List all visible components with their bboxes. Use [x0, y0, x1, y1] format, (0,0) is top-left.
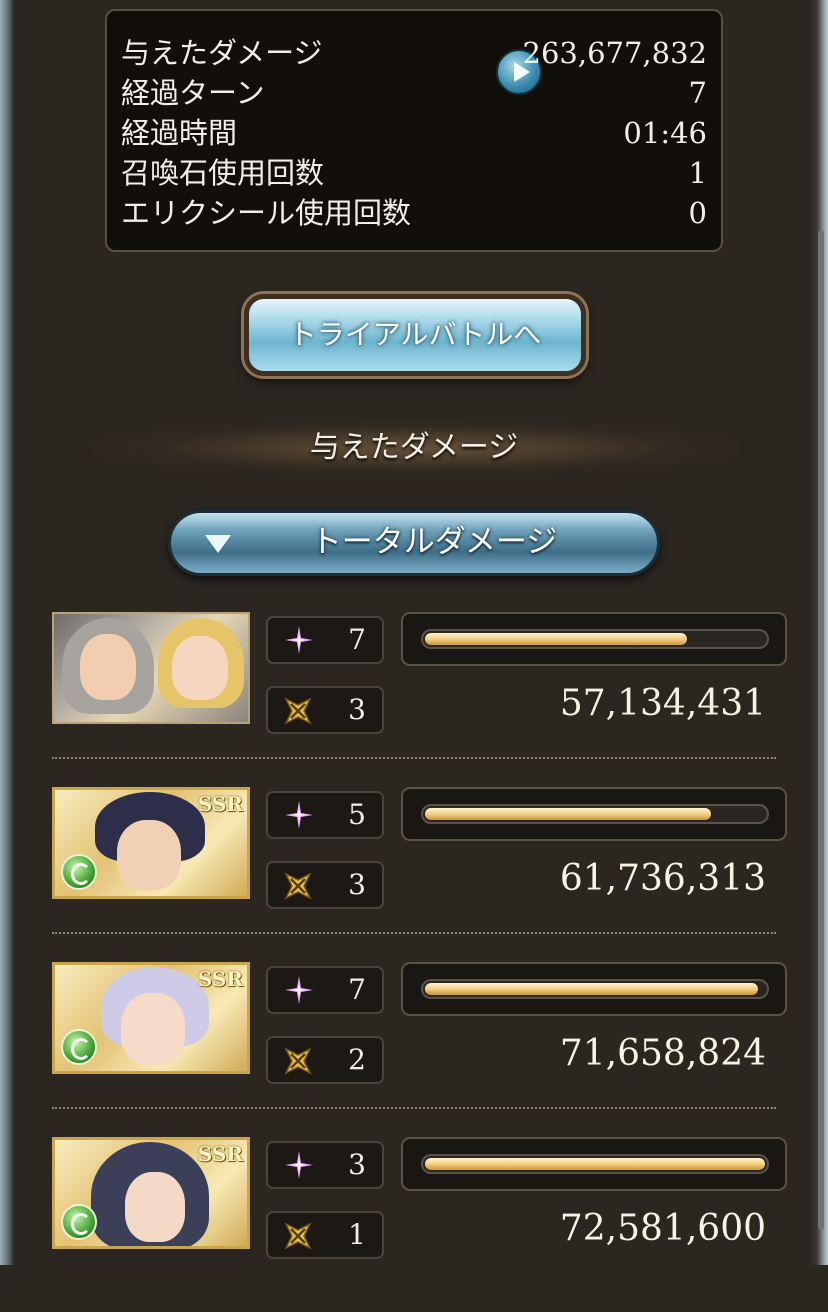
dropdown-label: トータルダメージ: [310, 524, 558, 560]
character-row: SSR 5 3 61,736,313: [0, 787, 828, 962]
character-damage: 57,134,431: [559, 683, 766, 724]
character-row: SSR 7 2 71,658,824: [0, 962, 828, 1137]
elixir-label: エリクシール使用回数: [121, 196, 412, 230]
charge-attack-icon: [284, 872, 312, 900]
character-damage: 71,658,824: [559, 1033, 766, 1074]
star-count: 3: [348, 1148, 366, 1181]
character-row: SSR 3 1 72,581,600: [0, 1137, 828, 1312]
wind-element-icon: [61, 1204, 97, 1240]
sparkle-icon: [285, 976, 313, 1004]
ougi-count: 3: [348, 868, 366, 901]
damage-bar-track: [421, 804, 769, 824]
damage-bar: [401, 787, 787, 841]
damage-bar-fill: [425, 983, 758, 995]
damage-bar-track: [421, 1154, 769, 1174]
star-count: 5: [348, 798, 366, 831]
turns-label: 経過ターン: [121, 76, 265, 110]
damage-bar-fill: [425, 633, 687, 645]
summon-row: 召喚石使用回数 1: [121, 153, 707, 193]
ougi-count-box: 3: [266, 686, 384, 734]
section-title: 与えたダメージ: [309, 430, 519, 465]
ougi-count: 2: [348, 1043, 366, 1076]
ssr-badge: SSR: [197, 1142, 243, 1166]
ougi-count-box: 1: [266, 1211, 384, 1259]
character-portrait[interactable]: SSR: [52, 1137, 250, 1249]
damage-bar: [401, 612, 787, 666]
total-damage-dropdown[interactable]: トータルダメージ: [168, 510, 660, 576]
star-count-box: 7: [266, 966, 384, 1014]
star-count-box: 5: [266, 791, 384, 839]
damage-label: 与えたダメージ: [121, 36, 323, 70]
wind-element-icon: [61, 854, 97, 890]
elixir-value: 0: [688, 196, 707, 230]
star-count: 7: [348, 623, 366, 656]
wind-element-icon: [61, 1029, 97, 1065]
charge-attack-icon: [284, 1047, 312, 1075]
row-divider: [52, 1107, 776, 1109]
ougi-count-box: 2: [266, 1036, 384, 1084]
character-portrait[interactable]: SSR: [52, 787, 250, 899]
damage-bar-fill: [425, 1158, 765, 1170]
damage-row: 与えたダメージ 263,677,832: [121, 33, 708, 95]
character-row: 7 3 57,134,431: [0, 612, 828, 787]
character-portrait[interactable]: SSR: [52, 962, 250, 1074]
summon-value: 1: [688, 156, 707, 190]
time-row: 経過時間 01:46: [121, 113, 707, 153]
charge-attack-icon: [284, 697, 312, 725]
row-divider: [52, 757, 776, 759]
sparkle-icon: [285, 626, 313, 654]
character-damage: 61,736,313: [559, 858, 766, 899]
dropdown-arrow-icon: [205, 535, 231, 553]
time-value: 01:46: [623, 116, 707, 150]
turns-value: 7: [688, 76, 707, 110]
character-damage: 72,581,600: [559, 1208, 766, 1249]
charge-attack-icon: [284, 1222, 312, 1250]
ougi-count: 3: [348, 693, 366, 726]
damage-value: 263,677,832: [522, 36, 708, 70]
summon-label: 召喚石使用回数: [121, 156, 325, 190]
trial-battle-button[interactable]: トライアルバトルへ: [244, 294, 586, 376]
battle-summary-panel: 与えたダメージ 263,677,832 経過ターン 7 経過時間 01:46 召…: [105, 9, 723, 252]
ssr-badge: SSR: [197, 967, 243, 991]
damage-bar-fill: [425, 808, 711, 820]
character-portrait[interactable]: [52, 612, 250, 724]
elixir-row: エリクシール使用回数 0: [121, 193, 707, 233]
star-count-box: 7: [266, 616, 384, 664]
row-divider: [52, 932, 776, 934]
damage-bar: [401, 1137, 787, 1191]
time-label: 経過時間: [121, 116, 238, 150]
damage-bar: [401, 962, 787, 1016]
damage-bar-track: [421, 979, 769, 999]
star-count: 7: [348, 973, 366, 1006]
ssr-badge: SSR: [197, 792, 243, 816]
sparkle-icon: [285, 801, 313, 829]
turns-row: 経過ターン 7: [121, 73, 707, 113]
damage-bar-track: [421, 629, 769, 649]
ougi-count-box: 3: [266, 861, 384, 909]
sparkle-icon: [285, 1151, 313, 1179]
ougi-count: 1: [348, 1218, 366, 1251]
star-count-box: 3: [266, 1141, 384, 1189]
